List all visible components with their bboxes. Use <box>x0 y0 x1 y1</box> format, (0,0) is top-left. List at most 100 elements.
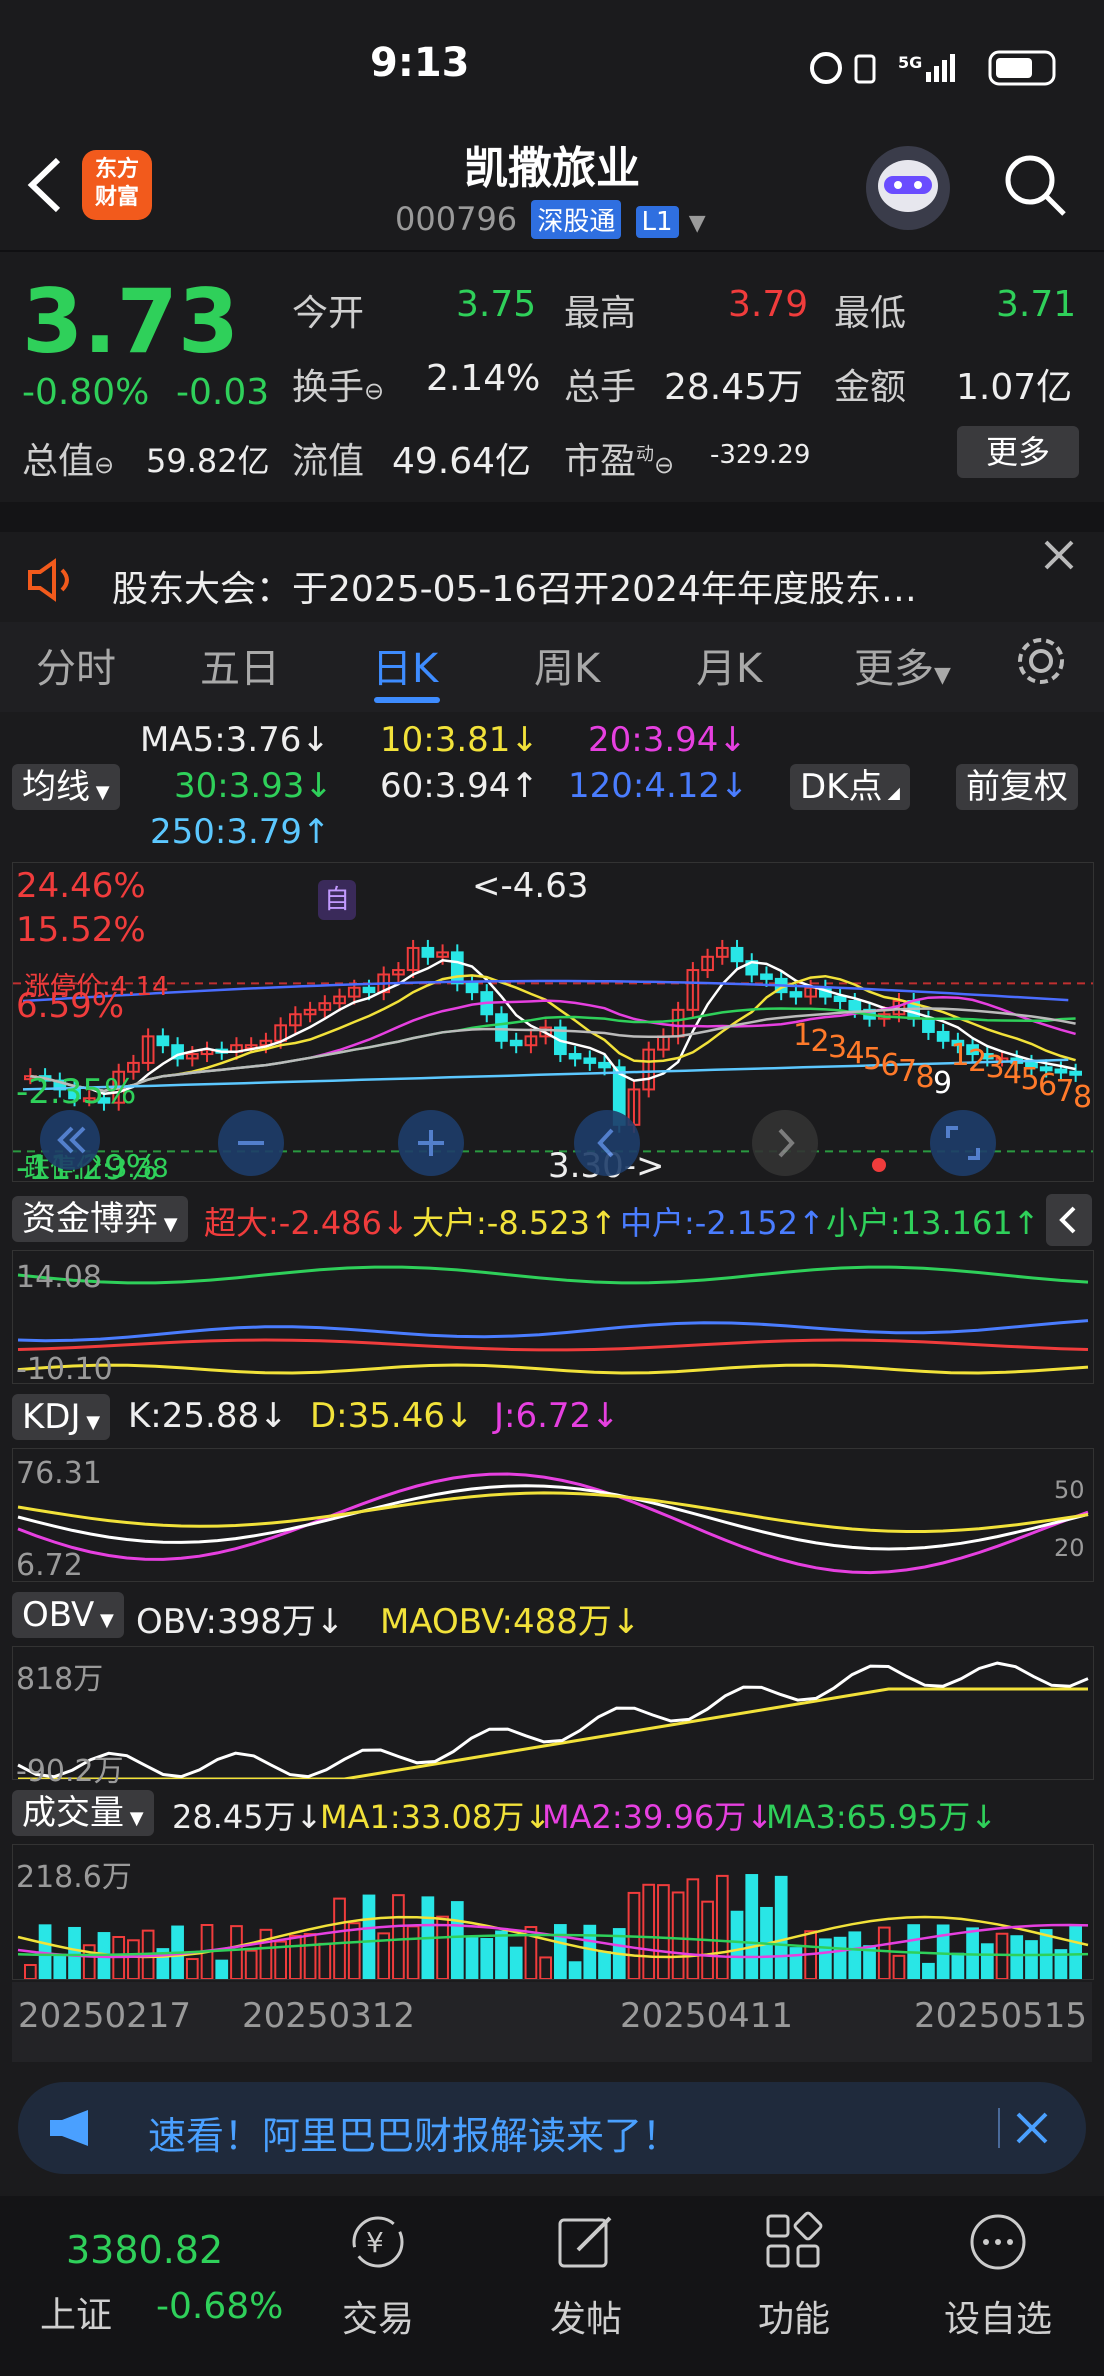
volume-ymax: 218.6万 <box>16 1860 132 1895</box>
nav-add-watchlist[interactable]: 设自选 <box>928 2290 1068 2342</box>
volume-selector[interactable]: 成交量 ▼ <box>12 1790 154 1836</box>
candle <box>848 1000 862 1011</box>
robot-assistant-avatar[interactable] <box>866 146 950 230</box>
chevron-left-icon <box>597 1128 614 1158</box>
dk-point-label: 4 <box>846 1036 865 1071</box>
tab-weekly-k[interactable]: 周K <box>534 636 600 694</box>
zoom-in-button[interactable] <box>398 1110 464 1176</box>
index-value[interactable]: 3380.82 <box>66 2228 223 2272</box>
tab-daily-k[interactable]: 日K <box>372 636 438 694</box>
tab-monthly-k[interactable]: 月K <box>696 636 762 694</box>
nav-post[interactable]: 发帖 <box>516 2290 656 2342</box>
kdj-level-50: 50 <box>1054 1476 1085 1504</box>
ma10-label: 10:3.81↓ <box>380 720 539 760</box>
kdj-selector[interactable]: KDJ ▼ <box>12 1394 111 1440</box>
max-price-label: <-4.63 <box>472 866 589 906</box>
volume-bar <box>495 1930 508 1980</box>
notice-text[interactable]: 股东大会：于2025-05-16召开2024年年度股东… <box>112 560 917 612</box>
volume-bar <box>450 1901 464 1981</box>
turnover-label[interactable]: 换手⊖ <box>292 358 384 410</box>
capital-ymin: -10.10 <box>16 1352 113 1387</box>
volume-bar <box>715 1874 729 1980</box>
volume-bar <box>980 1943 994 1980</box>
volume-value: 28.45万 <box>664 367 804 408</box>
zoom-out-button[interactable] <box>218 1110 284 1176</box>
volume-bar <box>848 1931 862 1980</box>
collapse-panel-button[interactable] <box>1046 1194 1092 1246</box>
index-name[interactable]: 上证 <box>40 2286 112 2338</box>
more-button[interactable]: 更多 <box>957 426 1079 478</box>
next-button[interactable] <box>752 1110 818 1176</box>
obv-chart[interactable] <box>12 1646 1094 1781</box>
volume-bar <box>347 1922 361 1980</box>
volume-chart[interactable] <box>12 1844 1094 1981</box>
edit-post-icon[interactable] <box>554 2210 618 2274</box>
obv-ymax: 818万 <box>16 1662 104 1697</box>
expand-icon <box>946 1126 980 1160</box>
volume-bar <box>333 1897 346 1980</box>
status-icons: 5G <box>810 50 1056 86</box>
mktcap-label[interactable]: 总值⊖ <box>22 432 114 484</box>
volume-bar <box>995 1932 1009 1980</box>
volume-ma3: MA3:65.95万↓ <box>766 1798 998 1836</box>
candle <box>450 951 464 985</box>
volume-bar <box>1010 1935 1024 1980</box>
close-icon[interactable] <box>1014 2110 1050 2146</box>
volume-bar <box>24 1964 37 1980</box>
nav-function[interactable]: 功能 <box>724 2290 864 2342</box>
adjust-button[interactable]: 前复权 <box>956 764 1078 810</box>
pct-label-4: -2.35% <box>16 1072 137 1112</box>
turnover-value: 2.14% <box>426 358 541 399</box>
capital-selector[interactable]: 资金博弈 ▼ <box>12 1196 188 1242</box>
index-change[interactable]: -0.68% <box>156 2286 283 2327</box>
tab-intraday[interactable]: 分时 <box>36 636 116 694</box>
scroll-left-button[interactable] <box>40 1110 100 1170</box>
volume-bar <box>185 1958 199 1980</box>
volume-bar <box>53 1953 67 1981</box>
kdj-chart[interactable] <box>12 1448 1094 1582</box>
megaphone-icon <box>50 2110 88 2146</box>
candle <box>362 986 376 994</box>
prev-button[interactable] <box>574 1110 640 1176</box>
dk-point-label: 8 <box>916 1060 935 1095</box>
yen-exchange-icon[interactable]: ¥ <box>346 2210 410 2274</box>
tab-more[interactable]: 更多▼ <box>854 636 951 694</box>
dk-point-label: 9 <box>933 1066 952 1101</box>
dk-point-button[interactable]: DK点 ◢ <box>790 764 910 810</box>
kdj-j: J:6.72↓ <box>494 1396 620 1436</box>
obv-svg <box>17 1661 1089 1781</box>
caret-down-icon: ▼ <box>688 211 706 236</box>
tab-five-day[interactable]: 五日 <box>200 636 280 694</box>
ad-text[interactable]: 速看！阿里巴巴财报解读来了！ <box>148 2105 680 2160</box>
pe-label[interactable]: 市盈动⊖ <box>564 432 674 484</box>
capital-chart[interactable] <box>12 1250 1094 1384</box>
low-label: 最低 <box>834 293 907 334</box>
fullscreen-button[interactable] <box>930 1110 996 1176</box>
dk-point-label: 2 <box>811 1024 830 1059</box>
dk-point-label: 7 <box>898 1054 917 1089</box>
limit-up-label: 涨停价:4.14 <box>24 972 169 1002</box>
dk-point-label: 8 <box>1073 1080 1092 1115</box>
mktcap-value: 59.82亿 <box>146 442 270 480</box>
more-dots-icon[interactable] <box>966 2210 1030 2274</box>
capital-small: 小户:13.161↑ <box>826 1204 1040 1242</box>
grid-function-icon[interactable] <box>762 2210 826 2274</box>
stock-code-line[interactable]: 000796 深股通 L1 ▼ <box>395 200 706 239</box>
search-button[interactable] <box>1000 150 1070 220</box>
kdj-ymin: 6.72 <box>16 1548 83 1583</box>
volume-bar <box>259 1928 273 1980</box>
volume-bar <box>1025 1940 1038 1980</box>
dk-point-label: 5 <box>1021 1062 1040 1097</box>
robot-icon <box>878 160 938 212</box>
ma-selector[interactable]: 均线 ▼ <box>12 764 120 810</box>
volume-bar <box>465 1937 479 1980</box>
volume-bar <box>833 1936 847 1980</box>
obv-selector[interactable]: OBV ▼ <box>12 1592 124 1638</box>
volume-bar <box>877 1926 891 1981</box>
close-icon[interactable] <box>1042 538 1076 572</box>
gear-icon[interactable] <box>1014 634 1068 688</box>
volume-label: 总手 <box>564 367 637 408</box>
volume-bar <box>598 1951 611 1980</box>
amount-label: 金额 <box>834 367 907 408</box>
nav-trade[interactable]: 交易 <box>308 2290 448 2342</box>
